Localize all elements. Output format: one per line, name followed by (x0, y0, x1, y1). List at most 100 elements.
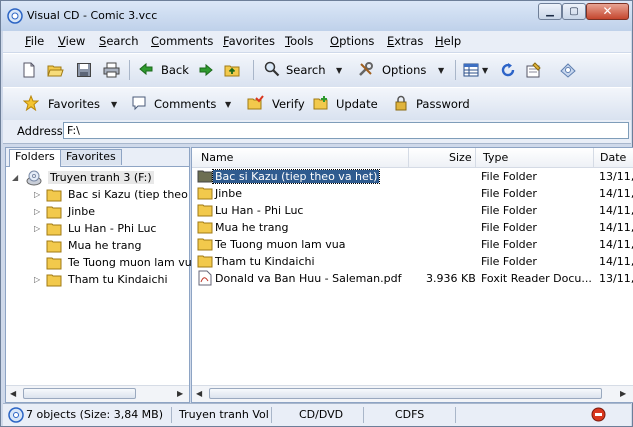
print-icon[interactable] (103, 61, 120, 79)
folder-icon (46, 189, 62, 202)
file-row[interactable]: Lu Han - Phi Luc File Folder 14/11, (192, 202, 633, 219)
file-type: File Folder (481, 204, 537, 217)
collapse-icon[interactable]: ◢ (12, 173, 18, 182)
file-row[interactable]: Jinbe File Folder 14/11, (192, 185, 633, 202)
options-dropdown-icon[interactable]: ▼ (438, 66, 444, 75)
tree-item[interactable]: ▷ Bac si Kazu (tiep theo va (34, 187, 205, 203)
column-size[interactable]: Size (449, 151, 472, 164)
column-separator[interactable] (408, 148, 409, 167)
tree-root[interactable]: ◢ Truyen tranh 3 (F:) (12, 170, 182, 186)
status-volume: Truyen tranh Vol (179, 408, 269, 421)
expand-icon[interactable]: ▷ (34, 275, 40, 284)
open-folder-icon[interactable] (47, 61, 64, 79)
favorites-dropdown-icon[interactable]: ▼ (111, 100, 117, 109)
update-button[interactable]: Update (313, 95, 379, 113)
title-bar[interactable]: Visual CD - Comic 3.vcc ▁ ▢ ✕ (1, 1, 632, 31)
file-type: File Folder (481, 255, 537, 268)
close-button[interactable]: ✕ (586, 3, 629, 20)
file-row[interactable]: Donald va Ban Huu - Saleman.pdf 3.936 KB… (192, 270, 633, 287)
file-row[interactable]: Te Tuong muon lam vua File Folder 14/11, (192, 236, 633, 253)
view-dropdown-icon[interactable]: ▼ (482, 66, 488, 75)
folder-icon (197, 238, 213, 251)
tab-folders[interactable]: Folders (9, 149, 61, 167)
status-separator (363, 407, 364, 423)
menu-comments[interactable]: Comments (151, 34, 213, 48)
comments-dropdown-icon[interactable]: ▼ (225, 100, 231, 109)
column-date[interactable]: Date (600, 151, 626, 164)
column-type[interactable]: Type (483, 151, 508, 164)
folder-icon (197, 170, 213, 183)
file-date: 13/11, (599, 170, 633, 183)
favorites-button[interactable]: Favorites (22, 94, 107, 113)
app-window: Visual CD - Comic 3.vcc ▁ ▢ ✕ File View … (0, 0, 633, 427)
tree-item[interactable]: Mua he trang (34, 238, 189, 254)
menu-favorites[interactable]: Favorites (223, 34, 275, 48)
up-folder-icon[interactable] (224, 61, 241, 79)
properties-icon[interactable] (525, 61, 542, 79)
comments-button[interactable]: Comments (131, 95, 227, 113)
address-label: Address (17, 124, 63, 138)
disc-info-icon[interactable] (559, 61, 577, 79)
tree-horizontal-scrollbar[interactable]: ◀ ▶ (6, 385, 189, 402)
forward-arrow-icon[interactable] (199, 61, 213, 79)
tree-root-label: Truyen tranh 3 (F:) (48, 171, 154, 184)
view-details-icon[interactable] (463, 61, 479, 79)
scroll-thumb[interactable] (23, 388, 136, 399)
options-label: Options (382, 63, 427, 77)
tree-item[interactable]: ▷ Tham tu Kindaichi (34, 272, 189, 288)
search-button[interactable]: Search (264, 61, 328, 79)
expand-icon[interactable]: ▷ (34, 207, 40, 216)
back-label: Back (161, 63, 189, 77)
menu-view[interactable]: View (58, 34, 85, 48)
file-type: Foxit Reader Docu... (481, 272, 592, 285)
options-button[interactable]: Options (358, 61, 430, 79)
scroll-left-icon[interactable]: ◀ (10, 389, 16, 398)
folder-icon (46, 206, 62, 219)
refresh-icon[interactable] (500, 61, 516, 79)
menu-help[interactable]: Help (435, 34, 461, 48)
password-button[interactable]: Password (393, 95, 473, 113)
menu-search[interactable]: Search (99, 34, 139, 48)
file-row[interactable]: Bac si Kazu (tiep theo va het) File Fold… (192, 168, 633, 185)
menu-tools[interactable]: Tools (285, 34, 313, 48)
file-row[interactable]: Tham tu Kindaichi File Folder 14/11, (192, 253, 633, 270)
save-icon[interactable] (76, 61, 92, 79)
expand-icon[interactable]: ▷ (34, 190, 40, 199)
back-button[interactable]: Back (139, 61, 195, 79)
scroll-right-icon[interactable]: ▶ (620, 389, 626, 398)
expand-icon[interactable]: ▷ (34, 224, 40, 233)
comment-bubble-icon (132, 96, 146, 111)
tree-item[interactable]: ▷ Lu Han - Phi Luc (34, 221, 189, 237)
search-dropdown-icon[interactable]: ▼ (336, 66, 342, 75)
menu-file[interactable]: File (25, 34, 44, 48)
main-toolbar: Back Search ▼ Options ▼ ▼ (3, 53, 631, 88)
file-size: 3.936 KB (426, 272, 476, 285)
file-row[interactable]: Mua he trang File Folder 14/11, (192, 219, 633, 236)
tree-item-label: Bac si Kazu (tiep theo va (68, 188, 205, 201)
menu-extras[interactable]: Extras (387, 34, 423, 48)
scroll-left-icon[interactable]: ◀ (196, 389, 202, 398)
tree-item[interactable]: ▷ Jinbe (34, 204, 189, 220)
padlock-icon (395, 95, 407, 111)
star-icon (22, 94, 40, 112)
file-date: 14/11, (599, 221, 633, 234)
minimize-icon: ▁ (546, 6, 554, 17)
menu-options[interactable]: Options (330, 34, 374, 48)
tree-item[interactable]: Te Tuong muon lam vua (34, 255, 198, 271)
toolbar-separator (129, 60, 130, 80)
column-name[interactable]: Name (201, 151, 233, 164)
column-header: Name Size Type Date (192, 148, 633, 168)
column-separator[interactable] (593, 148, 594, 167)
scroll-thumb[interactable] (209, 388, 602, 399)
new-document-icon[interactable] (21, 61, 37, 79)
column-separator[interactable] (475, 148, 476, 167)
minimize-button[interactable]: ▁ (538, 3, 562, 20)
pdf-file-icon (198, 270, 212, 286)
scroll-right-icon[interactable]: ▶ (177, 389, 183, 398)
tab-favorites[interactable]: Favorites (60, 149, 122, 165)
address-input[interactable]: F:\ (63, 122, 629, 139)
folder-icon (46, 223, 62, 236)
verify-button[interactable]: Verify (247, 95, 307, 113)
file-list-horizontal-scrollbar[interactable]: ◀ ▶ (192, 385, 633, 402)
maximize-button[interactable]: ▢ (562, 3, 586, 20)
